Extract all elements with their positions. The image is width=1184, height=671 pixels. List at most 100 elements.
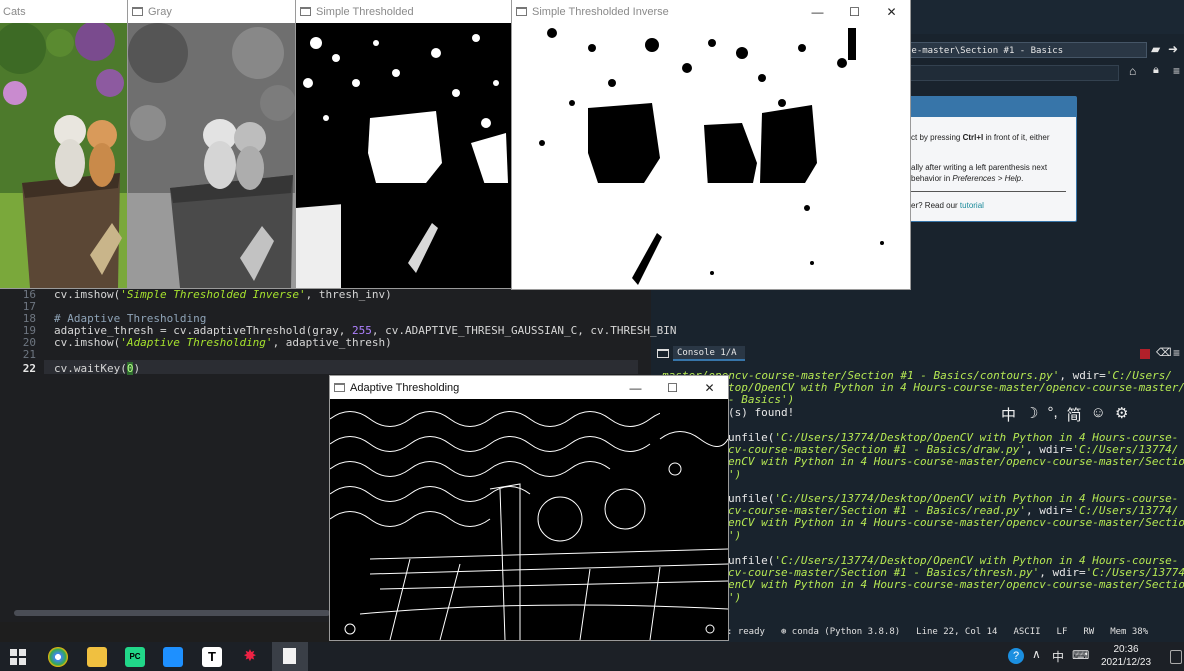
window-title: Simple Thresholded Inverse xyxy=(532,5,669,18)
status-bar: : ready ⊛ conda (Python 3.8.8) Line 22, … xyxy=(651,622,1184,642)
window-adaptive-thresholding[interactable]: Adaptive Thresholding — ☐ ✕ xyxy=(330,376,728,640)
console-line: enCV with Python in 4 Hours-course-maste… xyxy=(728,516,1184,529)
code-text: , thresh_inv) xyxy=(305,288,392,301)
spyder-icon[interactable]: ✸ xyxy=(240,647,260,667)
window-title: Simple Thresholded xyxy=(316,5,414,18)
pycharm-icon[interactable]: PC xyxy=(125,647,145,667)
status-cursor: Line 22, Col 14 xyxy=(916,627,998,637)
clock-date: 2021/12/23 xyxy=(1100,657,1152,668)
window-gray[interactable]: Gray xyxy=(128,0,298,288)
console-text: enCV with Python in 4 Hours-course-maste… xyxy=(728,578,1184,591)
console-text: top/OpenCV with Python in 4 Hours-course… xyxy=(728,381,1184,394)
gear-icon[interactable]: ⚙ xyxy=(1115,404,1128,425)
console-text: (s) found! xyxy=(728,406,795,419)
window-icon xyxy=(334,383,345,392)
window-icon xyxy=(300,7,311,16)
taskbar-ime[interactable]: 中 xyxy=(1052,648,1064,665)
titlebar-adaptive-thresholding[interactable]: Adaptive Thresholding — ☐ ✕ xyxy=(330,376,728,399)
window-title: Gray xyxy=(148,5,172,18)
console-line: (s) found! xyxy=(728,406,794,419)
titlebar-cats[interactable]: Cats xyxy=(0,0,130,23)
chrome-icon[interactable] xyxy=(48,647,68,667)
status-perm: RW xyxy=(1083,627,1095,637)
code-line[interactable]: cv.waitKey(0) xyxy=(54,362,140,375)
window-icon xyxy=(132,7,143,16)
code-literal: 'Adaptive Thresholding' xyxy=(120,336,273,349)
console-line: enCV with Python in 4 Hours-course-maste… xyxy=(728,455,1184,468)
status-state: : ready xyxy=(727,627,765,637)
code-text: ) xyxy=(133,362,141,375)
punctuation-icon[interactable]: °, xyxy=(1047,404,1057,425)
console-text: - Basics') xyxy=(728,393,795,406)
image-gray xyxy=(128,23,298,288)
close-button[interactable]: ✕ xyxy=(873,0,910,23)
maximize-button[interactable]: ☐ xyxy=(654,376,691,399)
tutorial-link[interactable]: tutorial xyxy=(960,201,984,210)
image-cats xyxy=(0,23,130,288)
code-text: cv.waitKey( xyxy=(54,362,127,375)
active-task[interactable] xyxy=(272,642,308,671)
code-literal: 'Simple Thresholded Inverse' xyxy=(120,288,306,301)
status-env: ⊛ conda (Python 3.8.8) xyxy=(780,627,901,637)
ime-lang[interactable]: 中 xyxy=(1001,404,1016,425)
code-text: , adaptive_thresh) xyxy=(272,336,392,349)
titlebar-gray[interactable]: Gray xyxy=(128,0,298,23)
window-simple-thresholded-inverse[interactable]: Simple Thresholded Inverse — ☐ ✕ xyxy=(512,0,910,289)
console-text: enCV with Python in 4 Hours-course-maste… xyxy=(728,516,1184,529)
help-line-2: ally after writing a left parenthesis ne… xyxy=(911,163,1048,172)
tab-console[interactable]: Console 1/A xyxy=(673,346,745,361)
console-line: top/OpenCV with Python in 4 Hours-course… xyxy=(728,381,1184,394)
folder-icon[interactable]: ▰ xyxy=(1151,43,1165,55)
file-explorer-icon[interactable] xyxy=(87,647,107,667)
eraser-icon[interactable]: ⌫ xyxy=(1156,346,1172,359)
keyboard-icon[interactable]: ⌨ xyxy=(1072,648,1089,662)
taskbar: PC T ✸ ? ∧ 中 ⌨ 20:36 2021/12/23 xyxy=(0,642,1184,671)
status-mem: Mem 38% xyxy=(1110,627,1149,637)
code-text: cv.imshow( xyxy=(54,288,121,301)
windows-start-icon[interactable] xyxy=(10,649,26,665)
clock[interactable]: 20:36 2021/12/23 xyxy=(1096,643,1156,669)
titlebar-simple-thresholded[interactable]: Simple Thresholded xyxy=(296,0,514,23)
window-cats[interactable]: Cats xyxy=(0,0,130,288)
code-line[interactable]: cv.imshow('Simple Thresholded Inverse', … xyxy=(54,288,392,301)
titlebar-simple-thresholded-inverse[interactable]: Simple Thresholded Inverse — ☐ ✕ xyxy=(512,0,910,23)
console-icon xyxy=(657,349,669,358)
console-menu-icon[interactable]: ≡ xyxy=(1173,346,1180,360)
home-icon[interactable]: ⌂ xyxy=(1129,64,1136,78)
chevron-up-icon[interactable]: ∧ xyxy=(1032,647,1041,661)
close-button[interactable]: ✕ xyxy=(691,376,728,399)
help-tooltip: ct by pressing Ctrl+I in front of it, ei… xyxy=(905,96,1077,222)
window-title: Cats xyxy=(3,5,26,18)
pane-divider xyxy=(651,290,1184,340)
emoji-icon[interactable]: ☺ xyxy=(1091,404,1106,425)
help-tooltip-header xyxy=(906,97,1076,117)
code-text: cv.imshow( xyxy=(54,336,121,349)
arrow-up-icon[interactable]: ➜ xyxy=(1168,43,1182,55)
document-icon xyxy=(283,648,296,664)
working-directory-field[interactable]: se-master\Section #1 - Basics xyxy=(899,42,1147,58)
line-number: 21 xyxy=(22,348,36,361)
window-title: Adaptive Thresholding xyxy=(350,381,460,394)
moon-icon[interactable]: ☽ xyxy=(1025,404,1038,425)
minimize-button[interactable]: — xyxy=(799,0,836,23)
code-text: , cv.ADAPTIVE_THRESH_GAUSSIAN_C, cv.THRE… xyxy=(371,324,677,337)
typora-icon[interactable]: T xyxy=(202,647,222,667)
stop-icon[interactable] xyxy=(1140,349,1150,359)
console-line: enCV with Python in 4 Hours-course-maste… xyxy=(728,578,1184,591)
menu-icon[interactable]: ≡ xyxy=(1173,64,1180,78)
help-icon[interactable]: ? xyxy=(1008,648,1024,664)
minimize-button[interactable]: — xyxy=(617,376,654,399)
notification-icon[interactable] xyxy=(1170,650,1182,664)
code-line[interactable]: cv.imshow('Adaptive Thresholding', adapt… xyxy=(54,336,392,349)
help-source-field[interactable] xyxy=(899,65,1119,81)
console-text: ') xyxy=(728,468,742,481)
console-line: ') xyxy=(728,468,741,481)
console-text: ') xyxy=(728,529,742,542)
feather-icon[interactable] xyxy=(163,647,183,667)
maximize-button[interactable]: ☐ xyxy=(836,0,873,23)
lock-icon[interactable]: 🔒︎ xyxy=(1153,64,1159,77)
window-simple-thresholded[interactable]: Simple Thresholded xyxy=(296,0,514,288)
help-line-1: ct by pressing Ctrl+I in front of it, ei… xyxy=(911,133,1050,142)
editor-scrollbar[interactable] xyxy=(14,610,330,616)
simplified-icon[interactable]: 简 xyxy=(1067,404,1082,425)
